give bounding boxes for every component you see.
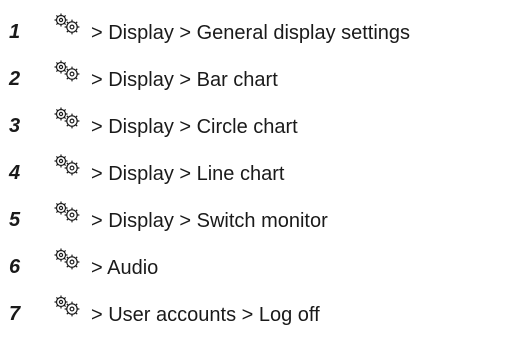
- list-item: 3 > Display > Circle chart: [0, 106, 525, 146]
- step-number: 1: [9, 21, 21, 43]
- step-number: 3: [9, 115, 21, 137]
- menu-path: > Audio: [91, 257, 159, 279]
- step-number: 5: [9, 209, 21, 231]
- list-item: 5 > Display > Switch monitor: [0, 200, 525, 240]
- list-item: 4 > Display > Line chart: [0, 153, 525, 193]
- list-item: 6 > Audio: [0, 247, 525, 287]
- gears-icon: [54, 201, 80, 223]
- menu-path: > Display > General display settings: [91, 22, 411, 44]
- list-item: 2 > Display > Bar chart: [0, 59, 525, 99]
- menu-path: > Display > Line chart: [91, 163, 285, 185]
- step-number: 7: [9, 303, 21, 325]
- menu-path: > Display > Bar chart: [91, 69, 278, 91]
- gears-icon: [54, 295, 80, 317]
- menu-path: > Display > Circle chart: [91, 116, 298, 138]
- menu-path: > Display > Switch monitor: [91, 210, 328, 232]
- gears-icon: [54, 248, 80, 270]
- list-item: 7 > User accounts > Log off: [0, 294, 525, 334]
- gears-icon: [54, 13, 80, 35]
- step-number: 2: [9, 68, 21, 90]
- steps-list: 1 > Display > General display settings 2: [0, 0, 525, 362]
- gears-icon: [54, 107, 80, 129]
- gears-icon: [54, 60, 80, 82]
- gears-icon: [54, 154, 80, 176]
- list-item: 1 > Display > General display settings: [0, 12, 525, 52]
- step-number: 4: [9, 162, 21, 184]
- step-number: 6: [9, 256, 21, 278]
- menu-path: > User accounts > Log off: [91, 304, 320, 326]
